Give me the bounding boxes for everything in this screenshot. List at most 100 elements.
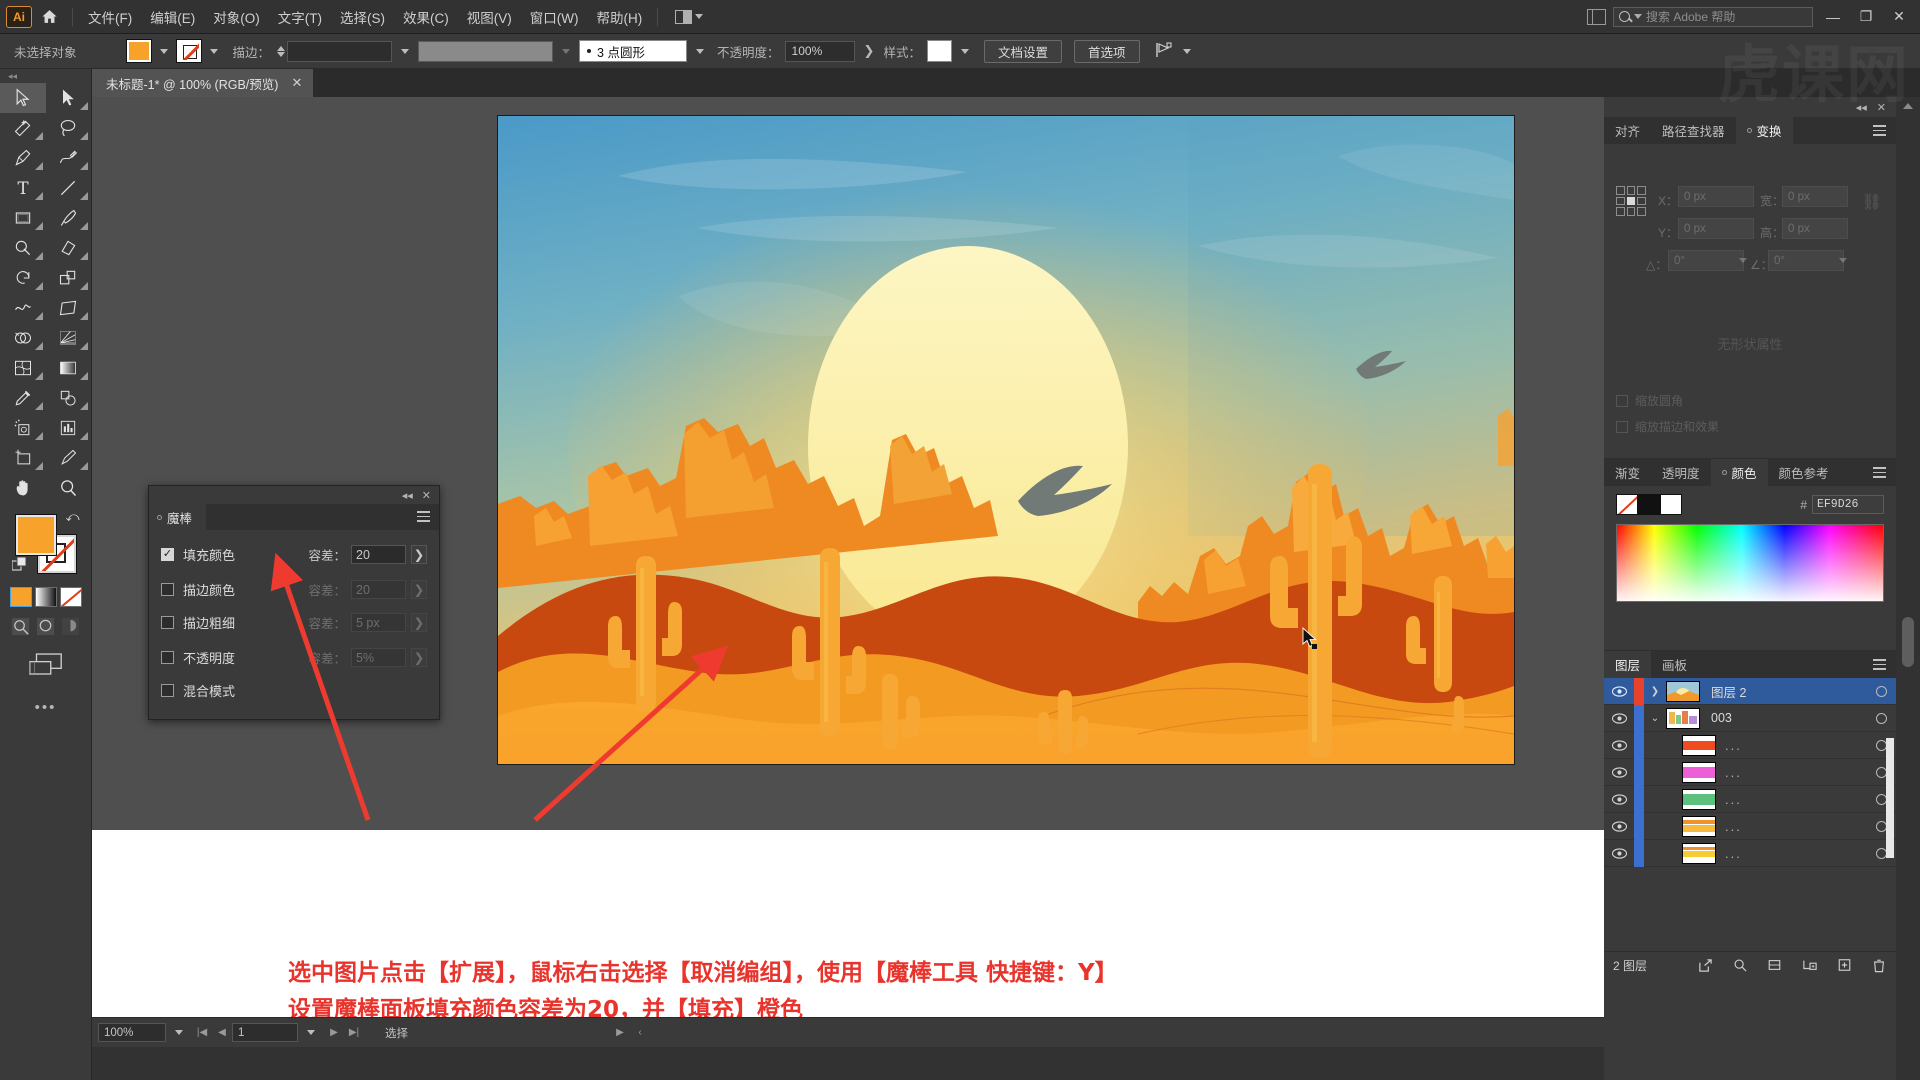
status-collapse-icon[interactable]: ‹ — [630, 1023, 650, 1043]
mesh-tool[interactable] — [0, 353, 46, 383]
magic-wand-row-fill-color[interactable]: 填充颜色 容差： 20 ❯ — [161, 542, 427, 567]
transform-angle-input[interactable]: 0° — [1668, 250, 1744, 271]
opacity-input[interactable]: 100% — [784, 40, 855, 62]
gradient-fill-button[interactable] — [34, 587, 57, 607]
layer-name[interactable]: 003 — [1711, 711, 1866, 725]
status-expand-icon[interactable]: ▶ — [610, 1023, 630, 1043]
constrain-proportions-icon[interactable]: ⛓ — [1862, 192, 1882, 212]
stroke-tolerance-input[interactable]: 20 — [351, 580, 406, 599]
eyedropper-tool[interactable] — [0, 383, 46, 413]
curvature-tool[interactable] — [46, 143, 92, 173]
symbol-sprayer-tool[interactable] — [0, 413, 46, 443]
fill-tolerance-input[interactable]: 20 — [351, 545, 406, 564]
opacity-tolerance-input[interactable]: 5% — [351, 648, 406, 667]
table-row[interactable]: ⌄ 003 — [1604, 704, 1896, 732]
tab-color[interactable]: 颜色 — [1710, 459, 1768, 486]
pen-tool[interactable] — [0, 143, 46, 173]
layers-scrollbar[interactable] — [1886, 738, 1894, 858]
make-clipping-mask-icon[interactable] — [1758, 958, 1793, 972]
tab-gradient[interactable]: 渐变 — [1604, 459, 1651, 486]
draw-inside-icon[interactable] — [61, 617, 80, 636]
rectangle-tool[interactable] — [0, 203, 46, 233]
layer-target-icon[interactable] — [1866, 685, 1896, 697]
scale-tool[interactable] — [46, 263, 92, 293]
menu-effect[interactable]: 效果(C) — [394, 3, 458, 31]
angle-chevron-icon[interactable] — [1739, 258, 1747, 263]
layer-name[interactable]: ... — [1725, 846, 1742, 861]
tab-align[interactable]: 对齐 — [1604, 117, 1651, 144]
layer-visibility-icon[interactable] — [1604, 739, 1634, 751]
paintbrush-tool[interactable] — [46, 203, 92, 233]
menu-view[interactable]: 视图(V) — [458, 3, 521, 31]
perspective-grid-tool[interactable] — [46, 323, 92, 353]
window-close-button[interactable]: ✕ — [1886, 5, 1912, 29]
blend-mode-checkbox[interactable] — [161, 684, 174, 697]
menu-object[interactable]: 对象(O) — [204, 3, 269, 31]
delete-layer-icon[interactable] — [1861, 958, 1896, 973]
first-artboard-icon[interactable]: |◀ — [192, 1023, 212, 1043]
magic-wand-panel[interactable]: ◂◂ ✕ 魔棒 填充颜色 容差： 20 ❯ 描边颜色 — [148, 485, 440, 720]
column-graph-tool[interactable] — [46, 413, 92, 443]
stroke-chevron-icon[interactable] — [209, 48, 218, 54]
opacity-expand-icon-2[interactable]: ❯ — [411, 648, 427, 667]
menu-help[interactable]: 帮助(H) — [587, 3, 651, 31]
hex-input[interactable]: EF9D26 — [1812, 495, 1884, 514]
color-menu-icon[interactable] — [1873, 467, 1886, 481]
tools-panel-grip[interactable]: ◂◂ — [0, 69, 91, 83]
default-fill-stroke-icon[interactable] — [10, 556, 28, 572]
tab-color-guide[interactable]: 颜色参考 — [1768, 459, 1840, 486]
screen-mode-button[interactable] — [0, 652, 91, 677]
document-tab[interactable]: 未标题-1* @ 100% (RGB/预览) ✕ — [92, 69, 314, 97]
magic-wand-menu-icon[interactable] — [417, 511, 430, 525]
opacity-checkbox[interactable] — [161, 651, 174, 664]
layer-name[interactable]: ... — [1725, 765, 1742, 780]
align-chevron-icon[interactable] — [1182, 48, 1191, 54]
right-panel-scrollbar[interactable] — [1896, 97, 1920, 1080]
transform-close-icon[interactable]: ✕ — [1877, 101, 1886, 114]
layer-visibility-icon[interactable] — [1604, 793, 1634, 805]
fill-color-swatch[interactable] — [125, 39, 152, 63]
blend-tool[interactable] — [46, 383, 92, 413]
hand-tool[interactable] — [0, 473, 46, 503]
align-to-selection-icon[interactable] — [1154, 41, 1174, 62]
magic-wand-close-icon[interactable]: ✕ — [422, 489, 431, 502]
eraser-tool[interactable] — [46, 233, 92, 263]
shape-builder-tool[interactable] — [0, 323, 46, 353]
zoom-chevron-icon[interactable] — [175, 1030, 183, 1035]
stroke-profile-select[interactable] — [418, 40, 554, 62]
tab-artboards[interactable]: 画板 — [1651, 651, 1698, 678]
magic-wand-row-stroke-color[interactable]: 描边颜色 容差： 20 ❯ — [161, 577, 427, 602]
opacity-expand-icon[interactable]: ❯ — [864, 43, 875, 59]
workspace-switcher-icon[interactable] — [1587, 8, 1606, 25]
fill-color-checkbox[interactable] — [161, 548, 174, 561]
layer-name[interactable]: ... — [1725, 792, 1742, 807]
artboard-number-input[interactable]: 1 — [232, 1023, 298, 1042]
magic-wand-tool[interactable] — [0, 113, 46, 143]
tab-layers[interactable]: 图层 — [1604, 651, 1652, 678]
document-tab-close-icon[interactable]: ✕ — [291, 75, 302, 91]
stroke-weight-expand-icon[interactable]: ❯ — [411, 613, 427, 632]
fill-chevron-icon[interactable] — [159, 48, 168, 54]
draw-behind-icon[interactable] — [36, 617, 55, 636]
scale-corners-checkbox-row[interactable]: 缩放圆角 — [1616, 392, 1683, 409]
prev-artboard-icon[interactable]: ◀ — [212, 1023, 232, 1043]
artboard-chevron-icon[interactable] — [307, 1030, 315, 1035]
home-icon[interactable] — [32, 0, 66, 34]
stroke-weight-tolerance-input[interactable]: 5 px — [351, 613, 406, 632]
transform-shear-input[interactable]: 0° — [1768, 250, 1844, 271]
stroke-weight-input[interactable] — [287, 40, 393, 62]
layer-name[interactable]: 图层 2 — [1711, 682, 1866, 701]
stroke-weight-chevron-icon[interactable] — [401, 48, 410, 54]
style-chevron-icon[interactable] — [960, 48, 969, 54]
color-fill-button[interactable] — [9, 587, 32, 607]
layer-name[interactable]: ... — [1725, 819, 1742, 834]
direct-selection-tool[interactable] — [46, 83, 92, 113]
zoom-level-input[interactable]: 100% — [98, 1023, 166, 1042]
menu-select[interactable]: 选择(S) — [331, 3, 394, 31]
layer-visibility-icon[interactable] — [1604, 766, 1634, 778]
stroke-profile-chevron-icon[interactable] — [562, 48, 571, 54]
layer-target-icon[interactable] — [1866, 712, 1896, 724]
search-input[interactable]: 搜索 Adobe 帮助 — [1613, 6, 1813, 27]
layer-visibility-icon[interactable] — [1604, 820, 1634, 832]
tab-transform[interactable]: 变换 — [1735, 117, 1793, 144]
